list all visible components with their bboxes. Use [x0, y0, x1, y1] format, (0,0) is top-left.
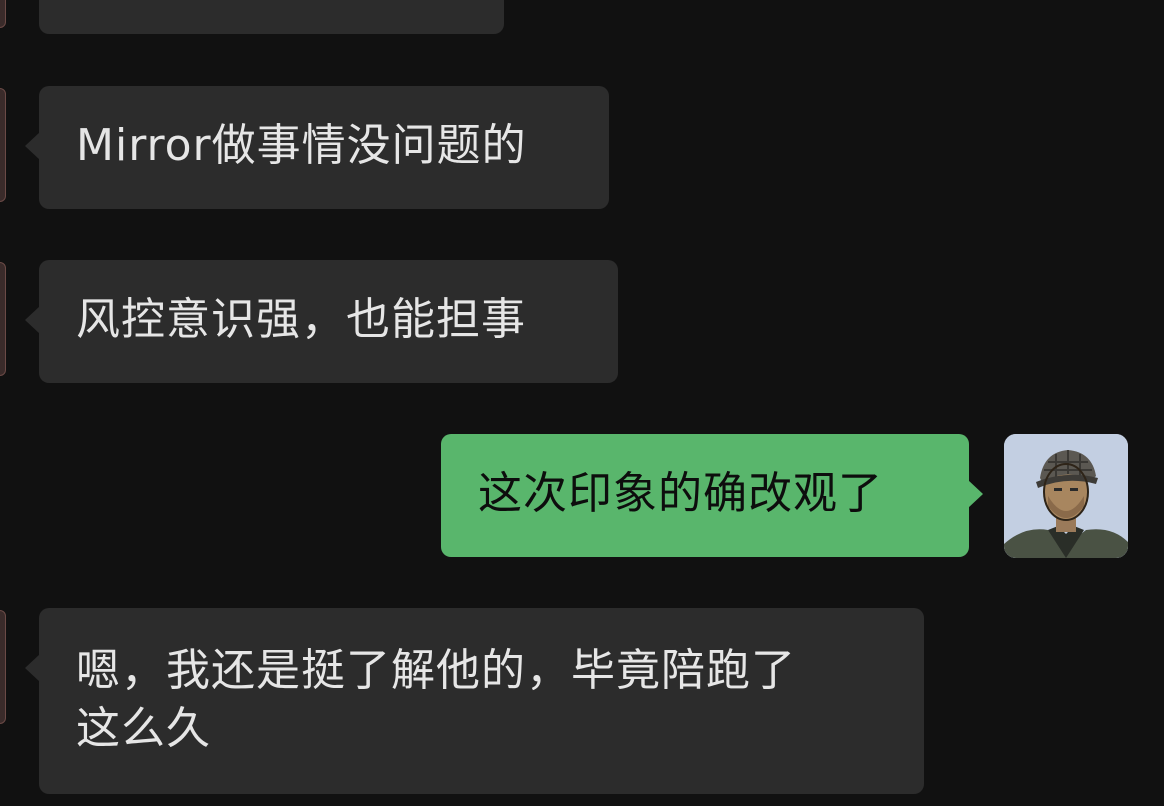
message-bubble-received[interactable]: Mirror做事情没问题的: [25, 86, 609, 209]
bubble-tail: [25, 306, 40, 334]
message-text: 风控意识强，也能担事: [76, 294, 526, 345]
contact-avatar[interactable]: [0, 88, 6, 202]
contact-avatar[interactable]: [0, 610, 6, 724]
message-text: Mirror做事情没问题的: [76, 120, 527, 171]
message-bubble-received[interactable]: 嗯，我还是挺了解他的，毕竟陪跑了 这么久: [25, 608, 924, 794]
contact-avatar[interactable]: [0, 0, 6, 28]
bubble-tail: [968, 480, 983, 508]
user-avatar-illustration-icon: [1004, 434, 1128, 558]
message-bubble-received[interactable]: [39, 0, 504, 34]
bubble-tail: [25, 132, 40, 160]
message-bubble-sent[interactable]: 这次印象的确改观了: [441, 434, 983, 557]
message-text: 这次印象的确改观了: [478, 468, 883, 519]
message-bubble-received[interactable]: 风控意识强，也能担事: [25, 260, 618, 383]
chat-message-list[interactable]: Mirror做事情没问题的 风控意识强，也能担事 这次印象的确改观了 嗯，我还是…: [0, 0, 1164, 806]
contact-avatar[interactable]: [0, 262, 6, 376]
message-text: 嗯，我还是挺了解他的，毕竟陪跑了 这么久: [76, 645, 796, 754]
bubble-tail: [25, 654, 40, 682]
self-avatar[interactable]: [1004, 434, 1128, 558]
